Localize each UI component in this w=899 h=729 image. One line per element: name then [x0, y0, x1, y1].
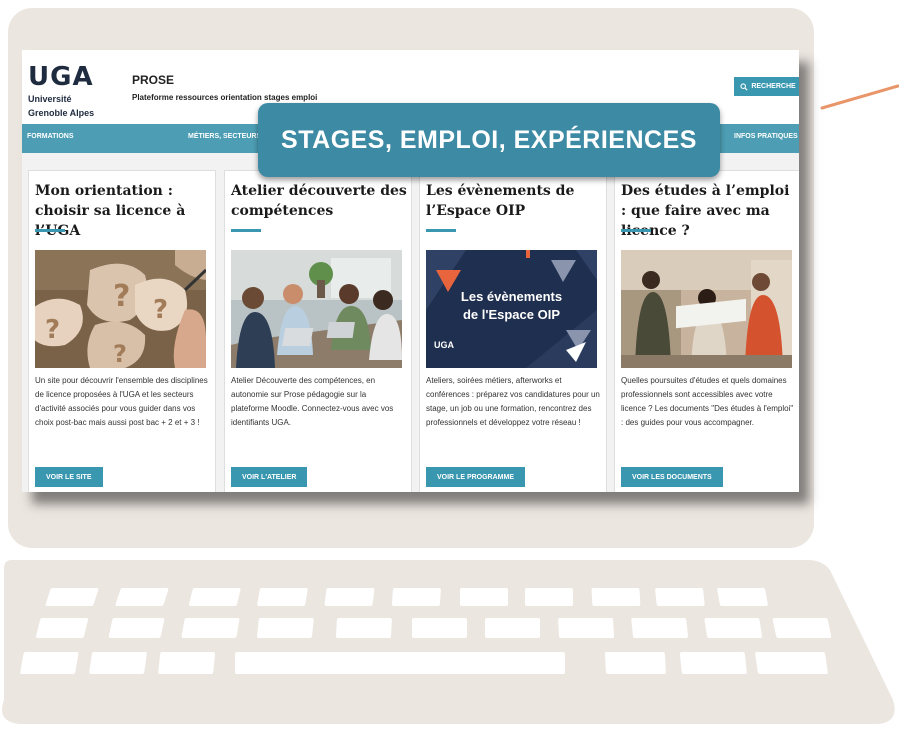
poster-title-line-1: Les évènements — [460, 289, 563, 304]
card-title[interactable]: Les évènements de l’Espace OIP — [426, 181, 604, 221]
card-image-question-marks: ? ? ? ? — [35, 250, 206, 368]
logo-text: UGA — [28, 62, 94, 92]
svg-text:?: ? — [113, 340, 127, 368]
search-label: RECHERCHE — [751, 83, 796, 90]
card-etudes-emploi: Des études à l’emploi : que faire avec m… — [614, 170, 799, 492]
card-accent-bar — [231, 229, 261, 232]
stages-emploi-banner[interactable]: STAGES, EMPLOI, EXPÉRIENCES — [258, 103, 720, 177]
card-description: Quelles poursuites d'études et quels dom… — [621, 376, 794, 427]
search-icon — [740, 82, 748, 91]
card-title[interactable]: Des études à l’emploi : que faire avec m… — [621, 181, 799, 241]
voir-le-site-button[interactable]: VOIR LE SITE — [35, 467, 103, 487]
card-description: Atelier Découverte des compétences, en a… — [231, 376, 394, 427]
svg-text:?: ? — [45, 315, 60, 345]
voir-le-programme-button[interactable]: VOIR LE PROGRAMME — [426, 467, 526, 487]
card-accent-bar — [426, 229, 456, 232]
pointer-line — [820, 84, 899, 110]
site-subtitle: Plateforme ressources orientation stages… — [132, 93, 318, 102]
card-image-students — [621, 250, 792, 368]
card-atelier: Atelier découverte des compétences Ateli… — [224, 170, 412, 492]
uga-logo[interactable]: UGA Université Grenoble Alpes — [28, 64, 94, 118]
voir-les-documents-button[interactable]: VOIR LES DOCUMENTS — [621, 467, 723, 487]
card-image-evenements-poster: Les évènements de l'Espace OIP UGA — [426, 250, 597, 368]
card-orientation: Mon orientation : choisir sa licence à l… — [28, 170, 216, 492]
card-accent-bar — [621, 229, 651, 232]
logo-subtitle-1: Université — [28, 94, 72, 104]
card-accent-bar — [35, 229, 65, 232]
card-description: Un site pour découvrir l'ensemble des di… — [35, 376, 208, 427]
nav-item-infos-pratiques[interactable]: INFOS PRATIQUES — [734, 133, 798, 140]
laptop-screen: UGA Université Grenoble Alpes PROSE Plat… — [22, 50, 799, 492]
card-image-meeting — [231, 250, 402, 368]
banner-text: STAGES, EMPLOI, EXPÉRIENCES — [281, 125, 697, 154]
card-title[interactable]: Atelier découverte des compétences — [231, 181, 409, 221]
nav-item-metiers[interactable]: MÉTIERS, SECTEURS — [188, 133, 261, 140]
svg-text:?: ? — [153, 295, 168, 325]
card-evenements: Les évènements de l’Espace OIP Les évène… — [419, 170, 607, 492]
poster-title-line-2: de l'Espace OIP — [462, 307, 561, 322]
logo-subtitle-2: Grenoble Alpes — [28, 108, 95, 118]
poster-uga-logo: UGA — [434, 340, 454, 350]
svg-text:?: ? — [113, 279, 130, 314]
nav-item-formations[interactable]: FORMATIONS — [27, 133, 74, 140]
search-button[interactable]: RECHERCHE — [734, 77, 799, 96]
voir-l-atelier-button[interactable]: VOIR L'ATELIER — [231, 467, 308, 487]
laptop-keyboard — [2, 560, 895, 724]
site-title[interactable]: PROSE — [132, 73, 174, 87]
card-description: Ateliers, soirées métiers, afterworks et… — [426, 376, 600, 427]
card-title[interactable]: Mon orientation : choisir sa licence à l… — [35, 181, 213, 241]
